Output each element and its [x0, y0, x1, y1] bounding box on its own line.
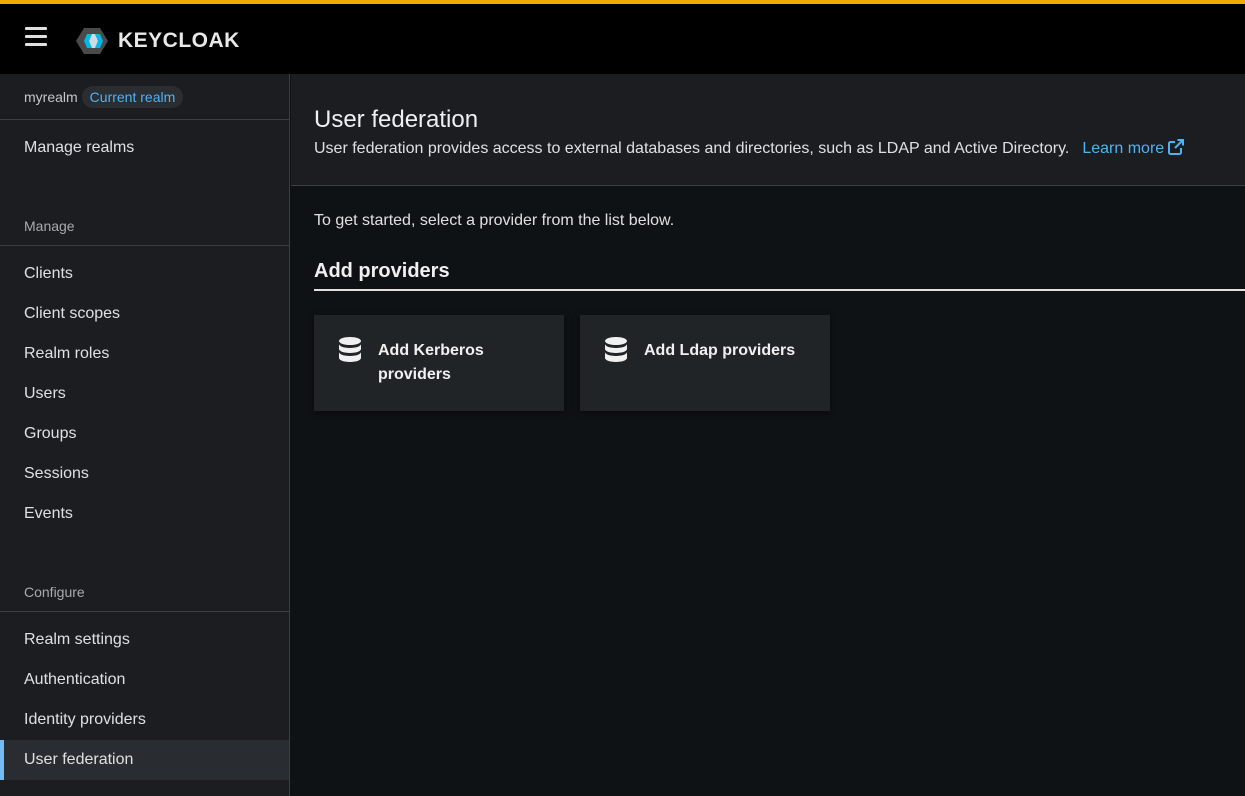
page-description-text: User federation provides access to exter… [314, 140, 1070, 157]
sidebar-item-groups[interactable]: Groups [0, 414, 289, 454]
card-label: Add Kerberos providers [378, 342, 484, 383]
page-header: User federation User federation provides… [291, 74, 1245, 186]
external-link-icon [1168, 139, 1185, 155]
add-kerberos-providers-card[interactable]: Add Kerberos providers [314, 315, 564, 411]
realm-name: myrealm [24, 88, 78, 105]
database-icon [339, 337, 361, 362]
sidebar-item-realm-roles[interactable]: Realm roles [0, 334, 289, 374]
content-body: To get started, select a provider from t… [291, 186, 1245, 411]
sidebar-item-events[interactable]: Events [0, 494, 289, 534]
intro-text: To get started, select a provider from t… [314, 212, 675, 229]
section-title-configure: Configure [0, 572, 289, 612]
provider-cards: Add Kerberos providers Add Ldap provider… [314, 315, 1245, 411]
sidebar-item-clients[interactable]: Clients [0, 254, 289, 294]
learn-more-label: Learn more [1082, 140, 1165, 157]
sidebar-item-user-federation[interactable]: User federation [0, 740, 289, 780]
keycloak-logo[interactable]: KEYCLOAK [76, 26, 240, 56]
sidebar-item-realm-settings[interactable]: Realm settings [0, 620, 289, 660]
sidebar: myrealm Current realm Manage realms Mana… [0, 74, 290, 796]
learn-more-link[interactable]: Learn more [1082, 139, 1185, 157]
page-title: User federation [314, 106, 479, 133]
keycloak-logo-icon [76, 28, 108, 54]
add-providers-heading: Add providers [314, 260, 1245, 291]
card-label: Add Ldap providers [644, 342, 796, 359]
sidebar-item-manage-realms[interactable]: Manage realms [0, 128, 289, 168]
hamburger-icon[interactable] [25, 27, 47, 47]
top-bar: KEYCLOAK [0, 0, 1245, 74]
section-title-manage: Manage [0, 206, 289, 246]
sidebar-item-users[interactable]: Users [0, 374, 289, 414]
main-content: User federation User federation provides… [291, 74, 1245, 796]
database-icon [605, 337, 627, 362]
sidebar-item-authentication[interactable]: Authentication [0, 660, 289, 700]
sidebar-item-client-scopes[interactable]: Client scopes [0, 294, 289, 334]
realm-selector[interactable]: myrealm Current realm [0, 74, 289, 120]
current-realm-badge: Current realm [81, 85, 184, 108]
page-description: User federation provides access to exter… [314, 139, 1245, 158]
logo-text: KEYCLOAK [118, 29, 240, 52]
sidebar-item-sessions[interactable]: Sessions [0, 454, 289, 494]
add-ldap-providers-card[interactable]: Add Ldap providers [580, 315, 830, 411]
sidebar-item-identity-providers[interactable]: Identity providers [0, 700, 289, 740]
